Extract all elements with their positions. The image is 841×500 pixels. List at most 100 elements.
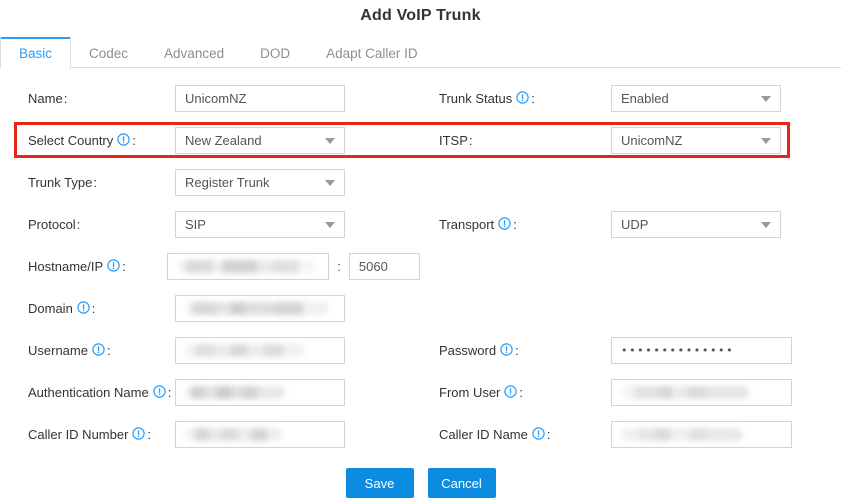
save-button[interactable]: Save (345, 468, 414, 498)
port-value: 5060 (358, 258, 388, 274)
caller-id-name-label: Caller ID Name : (420, 427, 611, 442)
label-text: Name (28, 90, 63, 106)
info-icon[interactable] (498, 216, 511, 230)
tab-label: Adapt Caller ID (326, 45, 418, 61)
label-text: Trunk Status (439, 90, 513, 106)
tab-label: DOD (260, 45, 291, 61)
tab-advanced[interactable]: Advanced (146, 37, 242, 69)
label-text: Trunk Type (28, 174, 93, 190)
protocol-value: SIP (185, 216, 206, 232)
name-input[interactable]: UnicomNZ (175, 84, 345, 112)
cancel-button[interactable]: Cancel (427, 468, 496, 498)
caller-id-number-input[interactable] (175, 420, 345, 448)
info-icon[interactable] (504, 384, 518, 398)
field-group-caller-id-number: Caller ID Number : (0, 413, 420, 455)
info-icon[interactable] (152, 384, 166, 398)
protocol-select[interactable]: SIP (175, 210, 345, 238)
transport-select[interactable]: UDP (611, 210, 781, 238)
label-colon: : (468, 132, 473, 148)
redacted-value (185, 427, 283, 441)
itsp-value: UnicomNZ (621, 132, 683, 148)
authentication-name-label: Authentication Name : (0, 385, 175, 400)
tab-basic[interactable]: Basic (0, 37, 72, 69)
name-value: UnicomNZ (185, 90, 247, 106)
form-row: Protocol: SIP Transport : UDP (0, 203, 841, 245)
field-group-caller-id-name: Caller ID Name : (420, 413, 841, 455)
hostname-ip-input[interactable] (167, 252, 330, 280)
password-input[interactable]: •••••••••••••• (611, 336, 792, 364)
label-colon: : (76, 216, 81, 232)
field-group-password: Password : •••••••••••••• (420, 329, 841, 371)
label-text: Username (28, 342, 88, 358)
from-user-label: From User : (420, 385, 611, 400)
info-icon[interactable] (516, 90, 529, 104)
info-icon[interactable] (532, 426, 545, 440)
tab-label: Codec (89, 45, 129, 61)
label-text: Authentication Name (28, 384, 149, 400)
redacted-value (621, 427, 743, 441)
chevron-down-icon (761, 138, 771, 144)
chevron-down-icon (761, 222, 771, 228)
field-group-from-user: From User : (420, 371, 841, 413)
password-value: •••••••••••••• (621, 343, 735, 357)
username-input[interactable] (175, 336, 345, 364)
username-label: Username : (0, 343, 175, 358)
field-group-select-country: Select Country : New Zealand (0, 119, 420, 161)
trunk-type-label: Trunk Type: (0, 175, 175, 190)
trunk-type-select[interactable]: Register Trunk (175, 168, 345, 196)
label-colon: : (167, 384, 172, 400)
transport-value: UDP (621, 216, 649, 232)
info-icon[interactable] (77, 300, 90, 314)
label-text: Password (439, 342, 497, 358)
field-group-domain: Domain : (0, 287, 420, 329)
trunk-type-value: Register Trunk (185, 174, 270, 190)
label-text: Transport (439, 216, 495, 232)
label-colon: : (513, 216, 517, 232)
trunk-status-value: Enabled (621, 90, 669, 106)
label-colon: : (106, 342, 111, 358)
chevron-down-icon (325, 180, 335, 186)
redacted-value (621, 385, 749, 399)
label-colon: : (546, 426, 551, 442)
trunk-status-select[interactable]: Enabled (611, 84, 781, 112)
field-group-trunk-type: Trunk Type: Register Trunk (0, 161, 420, 203)
redacted-value (185, 343, 305, 357)
info-icon[interactable] (132, 426, 146, 440)
tab-label: Advanced (164, 45, 225, 61)
label-text: From User (439, 384, 501, 400)
form-row: Caller ID Number : Caller ID Name : (0, 413, 841, 455)
field-group-name: Name: UnicomNZ (0, 77, 420, 119)
trunk-status-label: Trunk Status : (420, 91, 611, 106)
page-title: Add VoIP Trunk (360, 7, 481, 24)
from-user-input[interactable] (611, 378, 792, 406)
label-colon: : (93, 174, 97, 190)
label-text: Hostname/IP (28, 258, 104, 274)
domain-input[interactable] (175, 294, 345, 322)
name-label: Name: (0, 91, 175, 106)
info-icon[interactable] (500, 342, 513, 356)
tab-adapt-caller-id[interactable]: Adapt Caller ID (308, 37, 436, 69)
tab-dod[interactable]: DOD (242, 37, 308, 69)
itsp-label: ITSP: (420, 133, 611, 148)
label-text: Caller ID Name (439, 426, 528, 442)
select-country-select[interactable]: New Zealand (175, 126, 345, 154)
info-icon[interactable] (117, 132, 130, 146)
info-icon[interactable] (92, 342, 105, 356)
transport-label: Transport : (420, 217, 611, 232)
form-row: Hostname/IP : : 5060 (0, 245, 841, 287)
field-group-transport: Transport : UDP (420, 203, 841, 245)
authentication-name-input[interactable] (175, 378, 345, 406)
info-icon[interactable] (107, 258, 120, 272)
field-group-protocol: Protocol: SIP (0, 203, 420, 245)
field-group-empty (420, 161, 841, 203)
port-input[interactable]: 5060 (348, 252, 421, 280)
button-bar: Save Cancel (0, 468, 841, 498)
itsp-select[interactable]: UnicomNZ (611, 126, 781, 154)
label-text: Caller ID Number (28, 426, 129, 442)
form-row: Domain : (0, 287, 841, 329)
field-group-empty (420, 287, 841, 329)
field-group-username: Username : (0, 329, 420, 371)
tab-codec[interactable]: Codec (71, 37, 146, 69)
protocol-label: Protocol: (0, 217, 175, 232)
caller-id-name-input[interactable] (611, 420, 792, 448)
